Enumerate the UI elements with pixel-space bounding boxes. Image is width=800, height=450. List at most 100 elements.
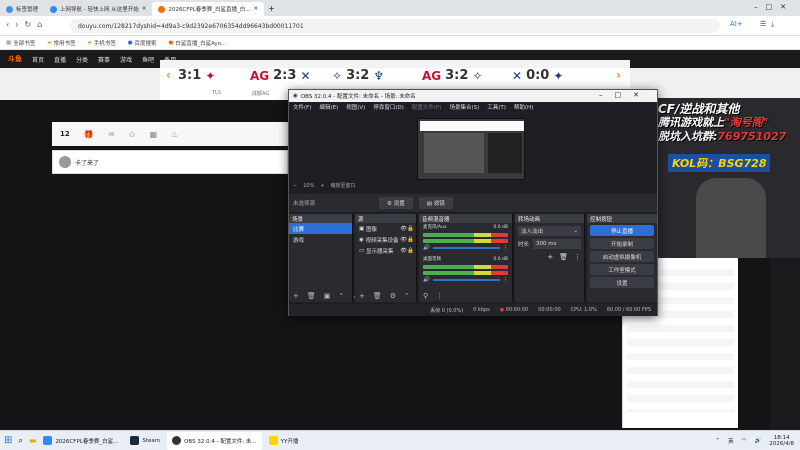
fire-icon[interactable]: ♨ <box>171 130 178 139</box>
trash-icon[interactable]: 🗑 <box>307 292 316 300</box>
menu-file[interactable]: 文件(F) <box>293 103 311 111</box>
up-icon[interactable]: ⌃ <box>338 292 344 300</box>
site-nav-item[interactable]: 鱼吧 <box>142 55 154 64</box>
trash-icon[interactable]: 🗑 <box>373 292 382 300</box>
trash-icon[interactable]: 🗑 <box>559 253 568 261</box>
scenes-dock: 场景 比赛 游戏 +🗑▣⌃⌄ <box>289 214 358 302</box>
stop-streaming-button[interactable]: 停止直播 <box>590 225 654 236</box>
douyu-logo-icon[interactable]: 斗鱼 <box>8 54 22 64</box>
up-icon[interactable]: ⌃ <box>404 292 410 300</box>
duration-input[interactable]: 300 ms <box>533 239 581 249</box>
match-0[interactable]: 3:1 ✦ <box>178 68 215 83</box>
match-1[interactable]: AG 2:3 ✕ <box>250 68 311 83</box>
eye-lock-icon[interactable]: 👁🔒 <box>400 226 414 232</box>
speaker-icon[interactable]: 🔊 <box>423 277 430 283</box>
taskbar-item-steam[interactable]: Steam <box>125 432 165 450</box>
prev-arrow-icon[interactable]: ‹ <box>166 68 171 82</box>
next-arrow-icon[interactable]: › <box>616 68 621 82</box>
ai-icon[interactable]: AI+ <box>730 20 743 28</box>
chart-icon[interactable]: ♒ <box>108 130 115 139</box>
menu-profile[interactable]: 配置文件(P) <box>412 103 442 111</box>
site-nav-item[interactable]: 首页 <box>32 55 44 64</box>
eye-lock-icon[interactable]: 👁🔒 <box>400 248 414 254</box>
add-icon[interactable]: + <box>547 253 553 261</box>
browser-tab-2[interactable]: 2026CFPL春季赛_白鲨直播_白... ✕ <box>152 2 265 16</box>
nav-arrows-icon[interactable]: ‹›↻⌂ <box>6 20 48 29</box>
menu-docks[interactable]: 停靠窗口(D) <box>373 103 404 111</box>
site-nav-item[interactable]: 游戏 <box>120 55 132 64</box>
toolbar-icons[interactable]: ☰⤓ <box>760 20 779 29</box>
ime-indicator[interactable]: 英 <box>728 437 734 445</box>
menu-scene-collection[interactable]: 场景集合(S) <box>449 103 479 111</box>
match-4[interactable]: ✕ 0:0 ✦ <box>512 68 563 83</box>
match-2[interactable]: ✧ 3:2 ♆ <box>332 68 384 83</box>
add-icon[interactable]: + <box>293 292 299 300</box>
taskbar-item-browser[interactable]: 2026CFPL春季赛_白鲨... <box>38 432 123 450</box>
site-nav-item[interactable]: 直播 <box>54 55 66 64</box>
chevron-down-icon: ⌄ <box>573 228 578 234</box>
source-item[interactable]: ▭ 显示器采集 👁🔒 <box>355 245 416 256</box>
new-tab-icon[interactable]: + <box>268 4 275 13</box>
browser-tab-0[interactable]: 标签管理 <box>0 2 44 16</box>
team-x-icon: ✕ <box>300 68 311 83</box>
start-recording-button[interactable]: 开始录制 <box>590 238 654 249</box>
clock[interactable]: 18:14 2026/4/8 <box>769 435 794 447</box>
bookmark-0[interactable]: ▦ 全部书签 <box>6 39 35 47</box>
filters-button[interactable]: ▤ 滤镜 <box>418 197 453 209</box>
window-controls[interactable]: –□✕ <box>754 3 794 11</box>
link-icon[interactable]: ⚲ <box>423 292 428 300</box>
tray-chevron-icon[interactable]: ⌃ <box>716 438 721 444</box>
settings-icon[interactable]: ▣ <box>324 292 331 300</box>
window-controls[interactable]: –□✕ <box>599 91 651 99</box>
site-nav-item[interactable]: 赛事 <box>98 55 110 64</box>
menu-edit[interactable]: 编辑(E) <box>319 103 338 111</box>
settings-icon[interactable]: ⚙ <box>390 292 396 300</box>
speaker-icon[interactable]: 🔊 <box>423 245 430 251</box>
add-icon[interactable]: + <box>359 292 365 300</box>
url-input[interactable]: douyu.com/128217dyshid=4d9a3-c9d2392e670… <box>70 19 720 33</box>
scale-dropdown[interactable]: 缩放至窗口 <box>331 182 356 189</box>
bookmark-4[interactable]: ● 白鲨直播_白鲨Ayo... <box>169 39 227 47</box>
match-3[interactable]: AG 3:2 ✧ <box>422 68 483 83</box>
volume-slider[interactable] <box>432 279 500 281</box>
gift-icon[interactable]: 🎁 <box>84 130 94 139</box>
anchor-info: 卡了来了 <box>52 150 288 174</box>
source-item[interactable]: ▣ 图像 👁🔒 <box>355 223 416 234</box>
menu-icon[interactable]: ⋮ <box>503 245 509 251</box>
source-item[interactable]: ◉ 视频采集设备 👁🔒 <box>355 234 416 245</box>
menu-icon[interactable]: ⋮ <box>436 292 443 300</box>
star-icon[interactable]: ✩ <box>129 130 136 139</box>
studio-mode-button[interactable]: 工作室模式 <box>590 264 654 275</box>
obs-preview[interactable] <box>417 118 525 180</box>
scene-item[interactable]: 游戏 <box>289 234 352 245</box>
taskbar-item-yy[interactable]: YY开播 <box>264 432 304 450</box>
obs-menu: 文件(F) 编辑(E) 视图(V) 停靠窗口(D) 配置文件(P) 场景集合(S… <box>289 102 657 112</box>
bookmark-3[interactable]: ● 百度搜索 <box>128 39 157 47</box>
menu-icon[interactable]: ⋮ <box>503 277 509 283</box>
virtual-camera-button[interactable]: 启动虚拟摄像机 <box>590 251 654 262</box>
file-explorer-icon[interactable]: ▬ <box>29 436 37 445</box>
source-tools: +🗑⚙⌃⌄ <box>359 292 424 300</box>
transition-select[interactable]: 淡入淡出 ⌄ <box>518 226 581 236</box>
menu-help[interactable]: 帮助(H) <box>514 103 533 111</box>
search-icon[interactable]: ⌕ <box>18 436 22 446</box>
network-icon[interactable]: ◠ <box>742 438 747 444</box>
menu-icon[interactable]: ⋮ <box>574 253 581 261</box>
scene-item[interactable]: 比赛 <box>289 223 352 234</box>
browser-tab-1[interactable]: 上网导航 - 轻快上网 从这里开始 ✕ <box>44 2 152 16</box>
eye-lock-icon[interactable]: 👁🔒 <box>400 237 414 243</box>
settings-button[interactable]: 设置 <box>590 277 654 288</box>
taskbar-item-obs[interactable]: OBS 32.0.4 - 配置文件: 未... <box>167 431 262 450</box>
menu-tools[interactable]: 工具(T) <box>487 103 506 111</box>
close-icon[interactable]: ✕ <box>142 6 147 12</box>
properties-button[interactable]: ⚙ 设置 <box>379 197 413 209</box>
site-nav-item[interactable]: 分类 <box>76 55 88 64</box>
close-icon[interactable]: ✕ <box>254 6 259 12</box>
grid-icon[interactable]: ▦ <box>150 130 158 139</box>
windows-start-icon[interactable]: ⊞ <box>4 435 12 446</box>
volume-slider[interactable] <box>432 247 500 249</box>
bookmark-2[interactable]: ▰ 手机书签 <box>87 39 115 47</box>
bookmark-1[interactable]: ▰ 常用书签 <box>47 39 75 47</box>
volume-icon[interactable]: 🔊 <box>754 438 761 444</box>
menu-view[interactable]: 视图(V) <box>346 103 365 111</box>
